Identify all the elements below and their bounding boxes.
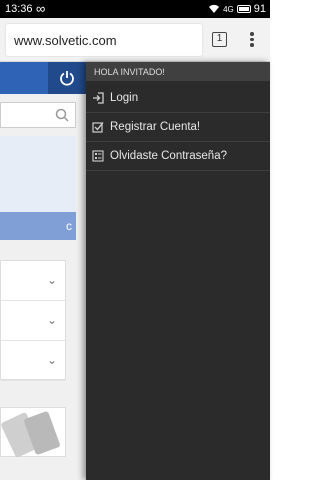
overflow-menu-icon[interactable] bbox=[248, 31, 256, 49]
chevron-down-icon: ⌄ bbox=[46, 353, 57, 367]
product-image-card[interactable] bbox=[0, 407, 66, 459]
menu-item-register[interactable]: Registrar Cuenta! bbox=[86, 113, 270, 142]
content-panel bbox=[0, 136, 76, 212]
battery-level: 91 bbox=[253, 3, 266, 15]
menu-item-label: Olvidaste Contraseña? bbox=[110, 150, 227, 162]
content-bar-text: c bbox=[66, 219, 72, 233]
infinity-icon: ∞ bbox=[36, 1, 46, 16]
checkbox-icon bbox=[92, 122, 104, 133]
status-time: 13:36 bbox=[5, 3, 33, 15]
drawer-header: HOLA INVITADO! bbox=[86, 62, 270, 81]
web-page-background: c ⌄ ⌄ ⌄ bbox=[0, 62, 86, 480]
menu-item-login[interactable]: Login bbox=[86, 84, 270, 113]
wifi-icon bbox=[209, 4, 220, 14]
url-text: www.solvetic.com bbox=[14, 33, 117, 48]
browser-toolbar: www.solvetic.com 1 bbox=[0, 18, 270, 62]
address-bar[interactable]: www.solvetic.com bbox=[6, 24, 202, 56]
accordion-item[interactable]: ⌄ bbox=[1, 341, 65, 381]
status-bar: 13:36 ∞ 4G 91 bbox=[0, 0, 270, 18]
search-icon[interactable] bbox=[55, 108, 69, 122]
menu-item-forgot-password[interactable]: Olvidaste Contraseña? bbox=[86, 142, 270, 171]
menu-item-label: Login bbox=[110, 92, 139, 104]
form-icon bbox=[92, 150, 104, 162]
site-search-input[interactable] bbox=[0, 102, 76, 128]
accordion-item[interactable]: ⌄ bbox=[1, 301, 65, 341]
greeting-label: HOLA INVITADO! bbox=[94, 67, 165, 77]
chevron-down-icon: ⌄ bbox=[46, 313, 57, 327]
battery-icon bbox=[236, 5, 251, 13]
menu-item-label: Registrar Cuenta! bbox=[110, 121, 201, 133]
accordion-item[interactable]: ⌄ bbox=[1, 261, 65, 301]
content-bar[interactable]: c bbox=[0, 212, 76, 240]
chevron-down-icon: ⌄ bbox=[46, 273, 57, 287]
network-label: 4G bbox=[223, 4, 234, 14]
user-menu-drawer: HOLA INVITADO! Login Registrar Cuenta! O… bbox=[86, 62, 270, 480]
power-icon[interactable] bbox=[48, 62, 86, 94]
login-icon bbox=[93, 92, 104, 104]
site-header bbox=[0, 62, 86, 94]
accordion-list: ⌄ ⌄ ⌄ bbox=[0, 260, 66, 381]
tab-switcher-button[interactable]: 1 bbox=[212, 32, 227, 47]
